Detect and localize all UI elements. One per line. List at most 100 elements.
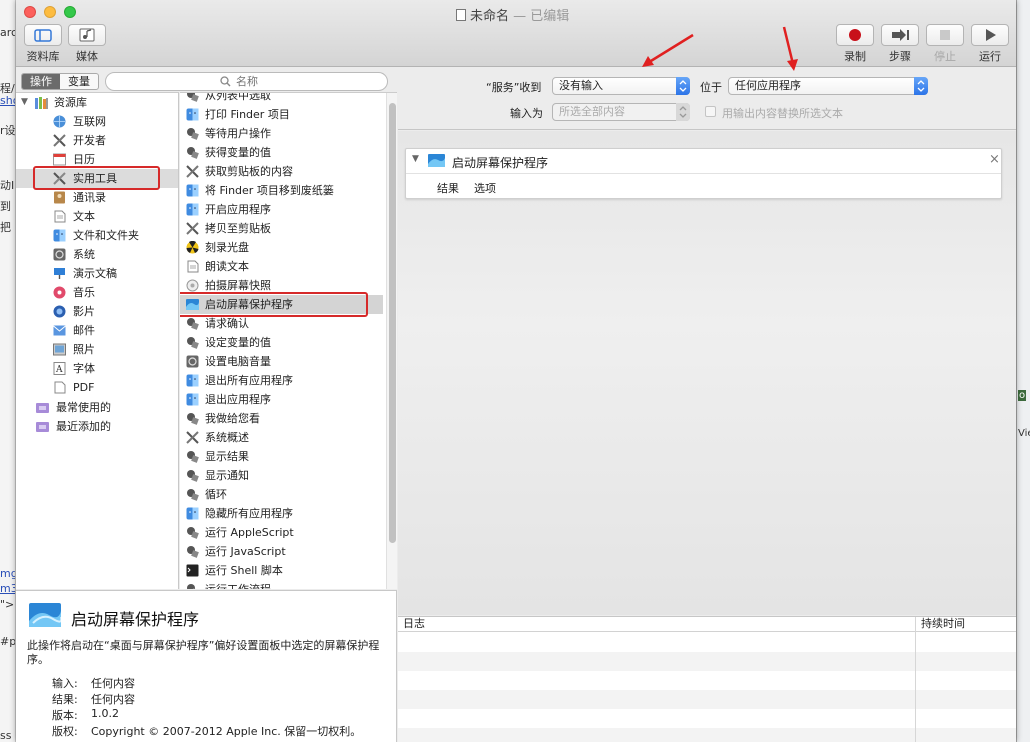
bg-fragment: Vie bbox=[1018, 428, 1030, 439]
library-item-label: 系统 bbox=[73, 248, 95, 261]
run-button[interactable] bbox=[971, 24, 1009, 46]
library-item-label: 影片 bbox=[73, 305, 95, 318]
collapse-triangle-icon[interactable]: ▼ bbox=[412, 154, 419, 164]
search-field[interactable] bbox=[105, 72, 388, 91]
step-button[interactable] bbox=[881, 24, 919, 46]
action-item-label: 运行 Shell 脚本 bbox=[205, 564, 283, 577]
library-item[interactable]: 通讯录 bbox=[16, 188, 178, 207]
action-item[interactable]: 刻录光盘 bbox=[180, 238, 383, 257]
action-item[interactable]: 运行 JavaScript bbox=[180, 542, 383, 561]
library-smart-most-used[interactable]: 最常使用的 bbox=[16, 398, 178, 417]
library-item[interactable]: 音乐 bbox=[16, 283, 178, 302]
finder-icon bbox=[186, 184, 199, 197]
library-item[interactable]: 影片 bbox=[16, 302, 178, 321]
tools-icon bbox=[186, 431, 199, 444]
service-receives-popup[interactable]: 没有输入 bbox=[552, 77, 690, 95]
library-item[interactable]: 文本 bbox=[16, 207, 178, 226]
service-receives-label: “服务”收到 bbox=[486, 81, 542, 94]
action-item[interactable]: 退出应用程序 bbox=[180, 390, 383, 409]
action-item[interactable]: 从列表中选取 bbox=[180, 93, 383, 105]
minimize-window-button[interactable] bbox=[44, 6, 56, 18]
log-column-header[interactable]: 日志 bbox=[403, 617, 425, 631]
tab-variables[interactable]: 变量 bbox=[60, 74, 98, 89]
copyright-key: 版权: bbox=[52, 725, 78, 738]
action-item[interactable]: 运行工作流程 bbox=[180, 580, 383, 589]
action-item-label: 将 Finder 项目移到废纸篓 bbox=[205, 184, 334, 197]
results-button[interactable]: 结果 bbox=[437, 180, 459, 196]
disclosure-triangle-icon[interactable]: ▼ bbox=[21, 93, 28, 112]
library-item[interactable]: 照片 bbox=[16, 340, 178, 359]
action-item[interactable]: 设定变量的值 bbox=[180, 333, 383, 352]
remove-action-icon[interactable]: × bbox=[989, 152, 1000, 167]
stop-button[interactable] bbox=[926, 24, 964, 46]
action-item[interactable]: 循环 bbox=[180, 485, 383, 504]
service-application-popup[interactable]: 任何应用程序 bbox=[728, 77, 928, 95]
action-item[interactable]: 显示结果 bbox=[180, 447, 383, 466]
action-item-label: 拷贝至剪贴板 bbox=[205, 222, 271, 235]
library-root[interactable]: ▼ 资源库 bbox=[16, 93, 178, 112]
action-item[interactable]: 隐藏所有应用程序 bbox=[180, 504, 383, 523]
library-item[interactable]: PDF bbox=[16, 378, 178, 397]
library-item-label: 通讯录 bbox=[73, 191, 106, 204]
actions-scrollbar[interactable] bbox=[386, 93, 397, 589]
log-pane: 日志 持续时间 bbox=[398, 616, 1016, 742]
search-input[interactable] bbox=[236, 74, 376, 89]
action-item[interactable]: 显示通知 bbox=[180, 466, 383, 485]
bg-fragment: 把 bbox=[0, 221, 11, 234]
action-item[interactable]: 获得变量的值 bbox=[180, 143, 383, 162]
automator-icon bbox=[186, 545, 199, 558]
action-item[interactable]: 系统概述 bbox=[180, 428, 383, 447]
automator-icon bbox=[186, 583, 199, 589]
zoom-window-button[interactable] bbox=[64, 6, 76, 18]
library-smart-recently-added[interactable]: 最近添加的 bbox=[16, 417, 178, 436]
movie-icon bbox=[53, 305, 66, 318]
action-item[interactable]: 我做给您看 bbox=[180, 409, 383, 428]
action-item[interactable]: 等待用户操作 bbox=[180, 124, 383, 143]
library-item[interactable]: A 字体 bbox=[16, 359, 178, 378]
library-button[interactable] bbox=[24, 24, 62, 46]
action-item[interactable]: 运行 AppleScript bbox=[180, 523, 383, 542]
media-button[interactable] bbox=[68, 24, 106, 46]
library-item[interactable]: 互联网 bbox=[16, 112, 178, 131]
input-is-popup[interactable]: 所选全部内容 bbox=[552, 103, 690, 121]
scrollbar-thumb[interactable] bbox=[389, 103, 396, 543]
action-item-label: 运行 JavaScript bbox=[205, 545, 286, 558]
library-item[interactable]: 演示文稿 bbox=[16, 264, 178, 283]
options-button[interactable]: 选项 bbox=[474, 180, 496, 196]
replace-text-checkbox[interactable] bbox=[705, 106, 716, 117]
library-item[interactable]: 系统 bbox=[16, 245, 178, 264]
library-item[interactable]: 文件和文件夹 bbox=[16, 226, 178, 245]
workflow-area[interactable]: ▼ 启动屏幕保护程序 × 结果 选项 bbox=[398, 131, 1016, 615]
duration-column-header[interactable]: 持续时间 bbox=[921, 617, 965, 631]
action-item[interactable]: 运行 Shell 脚本 bbox=[180, 561, 383, 580]
action-item[interactable]: 获取剪贴板的内容 bbox=[180, 162, 383, 181]
window-title-status: — 已编辑 bbox=[513, 9, 570, 24]
contacts-icon bbox=[53, 191, 66, 204]
library-item[interactable]: 邮件 bbox=[16, 321, 178, 340]
version-key: 版本: bbox=[52, 709, 78, 722]
close-window-button[interactable] bbox=[24, 6, 36, 18]
action-item[interactable]: 将 Finder 项目移到废纸篓 bbox=[180, 181, 383, 200]
action-item-label: 获得变量的值 bbox=[205, 146, 271, 159]
action-item[interactable]: 设置电脑音量 bbox=[180, 352, 383, 371]
tab-actions[interactable]: 操作 bbox=[22, 74, 60, 89]
action-item[interactable]: 退出所有应用程序 bbox=[180, 371, 383, 390]
description-title: 启动屏幕保护程序 bbox=[71, 610, 200, 629]
recently-added-label: 最近添加的 bbox=[56, 420, 111, 433]
system-icon bbox=[53, 248, 66, 261]
log-row bbox=[398, 709, 1016, 728]
action-item-label: 系统概述 bbox=[205, 431, 249, 444]
action-item[interactable]: 拷贝至剪贴板 bbox=[180, 219, 383, 238]
action-item[interactable]: 朗读文本 bbox=[180, 257, 383, 276]
record-button[interactable] bbox=[836, 24, 874, 46]
action-item-label: 显示结果 bbox=[205, 450, 249, 463]
action-item[interactable]: 打印 Finder 项目 bbox=[180, 105, 383, 124]
automator-icon bbox=[186, 93, 199, 102]
action-item[interactable]: 开启应用程序 bbox=[180, 200, 383, 219]
action-item-label: 刻录光盘 bbox=[205, 241, 249, 254]
run-label: 运行 bbox=[979, 50, 1001, 63]
workflow-action-card[interactable]: ▼ 启动屏幕保护程序 × 结果 选项 bbox=[405, 148, 1002, 199]
text-icon bbox=[53, 210, 66, 223]
pdf-icon bbox=[53, 381, 66, 394]
library-item[interactable]: 开发者 bbox=[16, 131, 178, 150]
